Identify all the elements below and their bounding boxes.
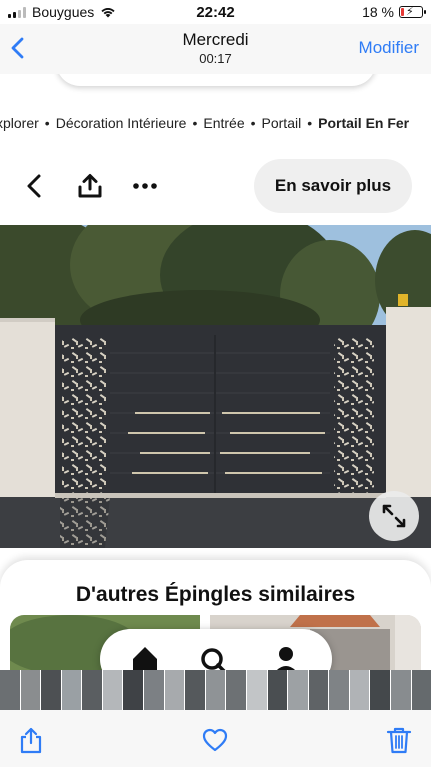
filmstrip-thumb[interactable] [267, 670, 288, 710]
filmstrip-thumb[interactable] [411, 670, 431, 710]
breadcrumb-item[interactable]: Portail [262, 115, 302, 131]
trash-icon[interactable] [386, 726, 412, 754]
filmstrip-thumb[interactable] [20, 670, 41, 710]
share-icon[interactable] [77, 173, 103, 199]
filmstrip-thumb[interactable] [102, 670, 123, 710]
filmstrip-thumb[interactable] [41, 670, 61, 710]
filmstrip-thumb[interactable] [164, 670, 185, 710]
search-icon[interactable] [201, 648, 226, 670]
filmstrip-thumb[interactable] [61, 670, 82, 710]
breadcrumb-item[interactable]: xplorer [0, 115, 39, 131]
breadcrumb-item[interactable]: Entrée [203, 115, 244, 131]
filmstrip-thumb[interactable] [288, 670, 308, 710]
gate-photo [0, 225, 431, 548]
filmstrip-thumb[interactable] [226, 670, 246, 710]
filmstrip-thumb[interactable] [390, 670, 411, 710]
heart-icon[interactable] [202, 726, 228, 754]
breadcrumb: xplorer • Décoration Intérieure • Entrée • Por… [0, 115, 409, 131]
status-bar: Bouygues 22:42 18 % ⚡ [0, 0, 431, 24]
profile-icon[interactable] [274, 647, 298, 670]
breadcrumb-item-current[interactable]: Portail En Fer [318, 115, 409, 131]
breadcrumb-separator: • [44, 115, 50, 131]
breadcrumb-item[interactable]: Décoration Intérieure [56, 115, 187, 131]
similar-pins-title: D'autres Épingles similaires [75, 583, 356, 606]
pin-image[interactable] [0, 225, 431, 548]
share-icon[interactable] [18, 726, 44, 754]
filmstrip-thumb[interactable] [185, 670, 205, 710]
charging-bolt-icon: ⚡ [406, 6, 414, 18]
more-icon[interactable] [132, 173, 158, 199]
breadcrumb-separator: • [250, 115, 256, 131]
filmstrip-thumb[interactable] [0, 670, 20, 710]
expand-icon [382, 504, 406, 528]
pinterest-bottom-nav [100, 629, 332, 670]
filmstrip-thumb[interactable] [123, 670, 144, 710]
breadcrumb-separator: • [192, 115, 198, 131]
photo-bottom-toolbar [0, 710, 431, 767]
expand-image-button[interactable] [369, 491, 419, 541]
filmstrip-thumb[interactable] [205, 670, 226, 710]
filmstrip-thumb[interactable] [246, 670, 267, 710]
status-right: 18 % ⚡ [362, 4, 426, 20]
learn-more-button[interactable]: En savoir plus [254, 159, 412, 213]
chevron-left-icon[interactable] [22, 173, 48, 199]
battery-icon: ⚡ [399, 6, 426, 18]
photo-header: Mercredi 00:17 Modifier [0, 24, 431, 74]
photo-filmstrip[interactable] [0, 670, 431, 710]
edit-button[interactable]: Modifier [359, 38, 419, 58]
pin-toolbar: En savoir plus [0, 159, 431, 215]
filmstrip-thumb[interactable] [370, 670, 390, 710]
filmstrip-thumb[interactable] [308, 670, 329, 710]
battery-level-fill [401, 8, 404, 16]
filmstrip-thumb[interactable] [144, 670, 164, 710]
filmstrip-thumb[interactable] [349, 670, 370, 710]
screenshot-content: xplorer • Décoration Intérieure • Entrée • Por… [0, 74, 431, 670]
top-search-pill [56, 74, 376, 86]
filmstrip-thumb[interactable] [329, 670, 349, 710]
home-icon[interactable] [133, 647, 157, 670]
battery-percent: 18 % [362, 4, 394, 20]
filmstrip-thumb[interactable] [82, 670, 102, 710]
breadcrumb-separator: • [307, 115, 313, 131]
